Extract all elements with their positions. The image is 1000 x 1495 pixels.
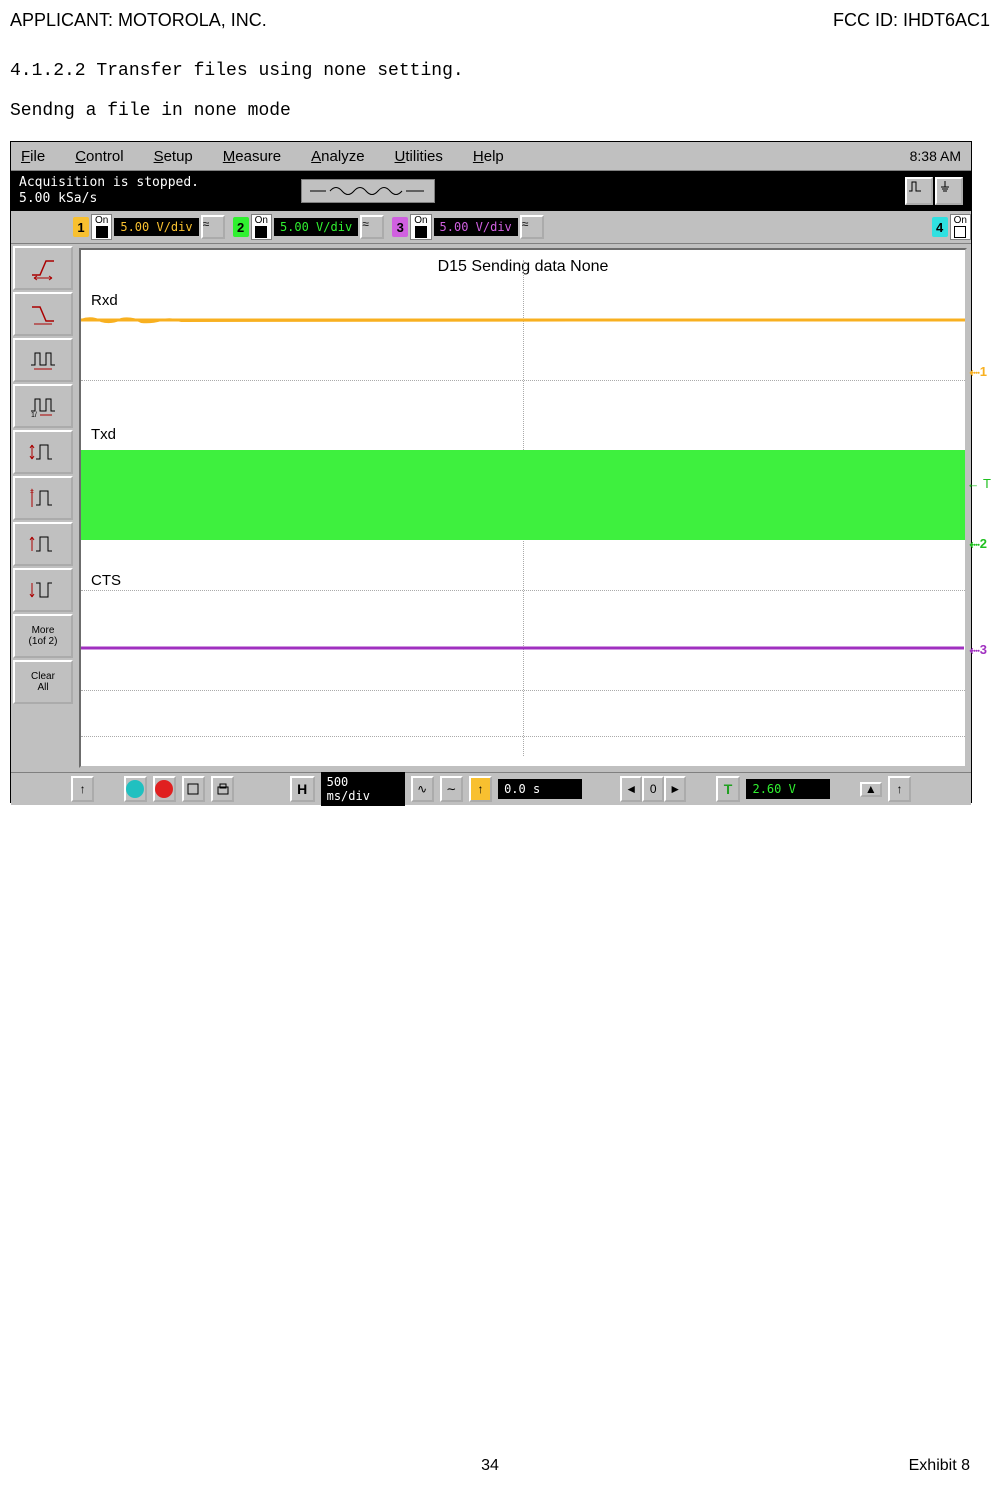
tool-peak-peak[interactable]: ± bbox=[13, 476, 73, 520]
clear-all-button[interactable]: Clear All bbox=[13, 660, 73, 704]
signal-label-cts: CTS bbox=[91, 572, 121, 589]
ch2-marker-icon: ⬸2 bbox=[969, 536, 987, 552]
ch4-on-toggle[interactable]: On bbox=[950, 214, 971, 240]
applicant-label: APPLICANT: MOTOROLA, INC. bbox=[10, 10, 267, 31]
trigger-marker-icon: ← T bbox=[967, 476, 991, 491]
svg-text:±: ± bbox=[30, 488, 34, 495]
svg-text:1/: 1/ bbox=[31, 412, 37, 419]
left-toolbar: 1/ ± More (1of 2) Clear All bbox=[11, 244, 75, 772]
ch3-marker-icon: ⬸3 bbox=[969, 642, 987, 658]
signal-txd-trace bbox=[81, 450, 965, 540]
timebase-value[interactable]: 500 ms/div bbox=[321, 772, 405, 806]
ch1-on-toggle[interactable]: On✓ bbox=[91, 214, 112, 240]
status-line2: 5.00 kSa/s bbox=[19, 191, 199, 207]
ch1-badge[interactable]: 1 bbox=[73, 217, 89, 237]
main-area: 1/ ± More (1of 2) Clear All D15 Sending … bbox=[11, 244, 971, 772]
menu-help[interactable]: Help bbox=[473, 148, 504, 165]
status-line1: Acquisition is stopped. bbox=[19, 175, 199, 191]
run-circle-icon bbox=[126, 780, 144, 798]
ch2-badge[interactable]: 2 bbox=[233, 217, 249, 237]
signal-rxd-trace bbox=[81, 312, 965, 332]
ch1-marker-icon: ⬸1 bbox=[969, 364, 987, 380]
nav-buttons: ◄ 0 ► bbox=[620, 776, 686, 802]
bottom-toolbar: ↑ H 500 ms/div ∿ ∼ ↑ 0.0 s ◄ 0 ► T 2.60 … bbox=[11, 772, 971, 805]
tool-pulse-width[interactable] bbox=[13, 338, 73, 382]
h-mode-btn1[interactable]: ∿ bbox=[411, 776, 434, 802]
run-indicator[interactable] bbox=[124, 776, 147, 802]
ch4-badge[interactable]: 4 bbox=[932, 217, 948, 237]
channel-3-group: 3 On✓ 5.00 V/div ≈ bbox=[392, 214, 544, 240]
ch2-on-toggle[interactable]: On✓ bbox=[251, 214, 272, 240]
menu-control[interactable]: Control bbox=[75, 148, 123, 165]
delay-value[interactable]: 0.0 s bbox=[498, 779, 582, 799]
ch3-vdiv[interactable]: 5.00 V/div bbox=[434, 218, 518, 236]
h-mode-btn2[interactable]: ∼ bbox=[440, 776, 463, 802]
acquisition-status: Acquisition is stopped. 5.00 kSa/s bbox=[19, 175, 199, 206]
page-number: 34 bbox=[481, 1457, 499, 1475]
scroll-up-btn[interactable]: ↑ bbox=[71, 776, 94, 802]
tool-pulse-period[interactable]: 1/ bbox=[13, 384, 73, 428]
section-heading: 4.1.2.2 Transfer files using none settin… bbox=[10, 61, 990, 81]
stop-indicator[interactable] bbox=[153, 776, 176, 802]
trigger-level-value[interactable]: 2.60 V bbox=[746, 779, 830, 799]
channel-4-group: 4 On bbox=[932, 214, 971, 240]
menu-analyze[interactable]: Analyze bbox=[311, 148, 364, 165]
tool-max[interactable] bbox=[13, 522, 73, 566]
ch2-vdiv[interactable]: 5.00 V/div bbox=[274, 218, 358, 236]
tool-amplitude[interactable] bbox=[13, 430, 73, 474]
ch3-badge[interactable]: 3 bbox=[392, 217, 408, 237]
coupling-indicator[interactable] bbox=[301, 179, 435, 203]
menu-file[interactable]: File bbox=[21, 148, 45, 165]
menu-bar: File Control Setup Measure Analyze Utili… bbox=[11, 142, 971, 171]
channel-bar: 1 On✓ 5.00 V/div ≈ 2 On✓ 5.00 V/div ≈ 3 … bbox=[11, 211, 971, 244]
print-btn[interactable] bbox=[211, 776, 234, 802]
signal-label-rxd: Rxd bbox=[91, 292, 118, 309]
subtitle-text: Sendng a file in none mode bbox=[10, 101, 990, 121]
delay-ref-btn[interactable]: ↑ bbox=[469, 776, 492, 802]
exhibit-label: Exhibit 8 bbox=[909, 1457, 970, 1475]
more-button[interactable]: More (1of 2) bbox=[13, 614, 73, 658]
status-bar: Acquisition is stopped. 5.00 kSa/s bbox=[11, 171, 971, 211]
nav-left-btn[interactable]: ◄ bbox=[620, 776, 642, 802]
menu-measure[interactable]: Measure bbox=[223, 148, 281, 165]
pulse-mode-btn[interactable] bbox=[905, 177, 933, 205]
menu-utilities[interactable]: Utilities bbox=[395, 148, 443, 165]
ch2-coupling-btn[interactable]: ≈ bbox=[360, 215, 384, 239]
trigger-label: T bbox=[716, 776, 741, 802]
save-btn[interactable] bbox=[182, 776, 205, 802]
clock-display: 8:38 AM bbox=[910, 148, 961, 164]
fcc-id-label: FCC ID: IHDT6AC1 bbox=[833, 10, 990, 31]
ch1-coupling-btn[interactable]: ≈ bbox=[201, 215, 225, 239]
ch3-on-toggle[interactable]: On✓ bbox=[410, 214, 431, 240]
nav-center-btn[interactable]: 0 bbox=[642, 776, 664, 802]
stop-circle-icon bbox=[155, 780, 173, 798]
channel-1-group: 1 On✓ 5.00 V/div ≈ bbox=[73, 214, 225, 240]
signal-label-txd: Txd bbox=[91, 426, 116, 443]
menu-setup[interactable]: Setup bbox=[154, 148, 193, 165]
scroll-up-btn-2[interactable]: ↑ bbox=[888, 776, 911, 802]
tool-edge-fall[interactable] bbox=[13, 292, 73, 336]
trigger-up-btn[interactable]: ▲ bbox=[860, 782, 882, 797]
tool-min[interactable] bbox=[13, 568, 73, 612]
waveform-display[interactable]: D15 Sending data None Rxd Txd CTS ⬸1 ← T… bbox=[79, 248, 967, 768]
oscilloscope-window: File Control Setup Measure Analyze Utili… bbox=[10, 141, 972, 803]
nav-right-btn[interactable]: ► bbox=[664, 776, 686, 802]
ground-mode-btn[interactable] bbox=[935, 177, 963, 205]
tool-edge-rise[interactable] bbox=[13, 246, 73, 290]
ch1-vdiv[interactable]: 5.00 V/div bbox=[114, 218, 198, 236]
horizontal-label: H bbox=[290, 776, 315, 802]
ch3-coupling-btn[interactable]: ≈ bbox=[520, 215, 544, 239]
signal-cts-trace bbox=[81, 640, 965, 656]
channel-2-group: 2 On✓ 5.00 V/div ≈ bbox=[233, 214, 385, 240]
